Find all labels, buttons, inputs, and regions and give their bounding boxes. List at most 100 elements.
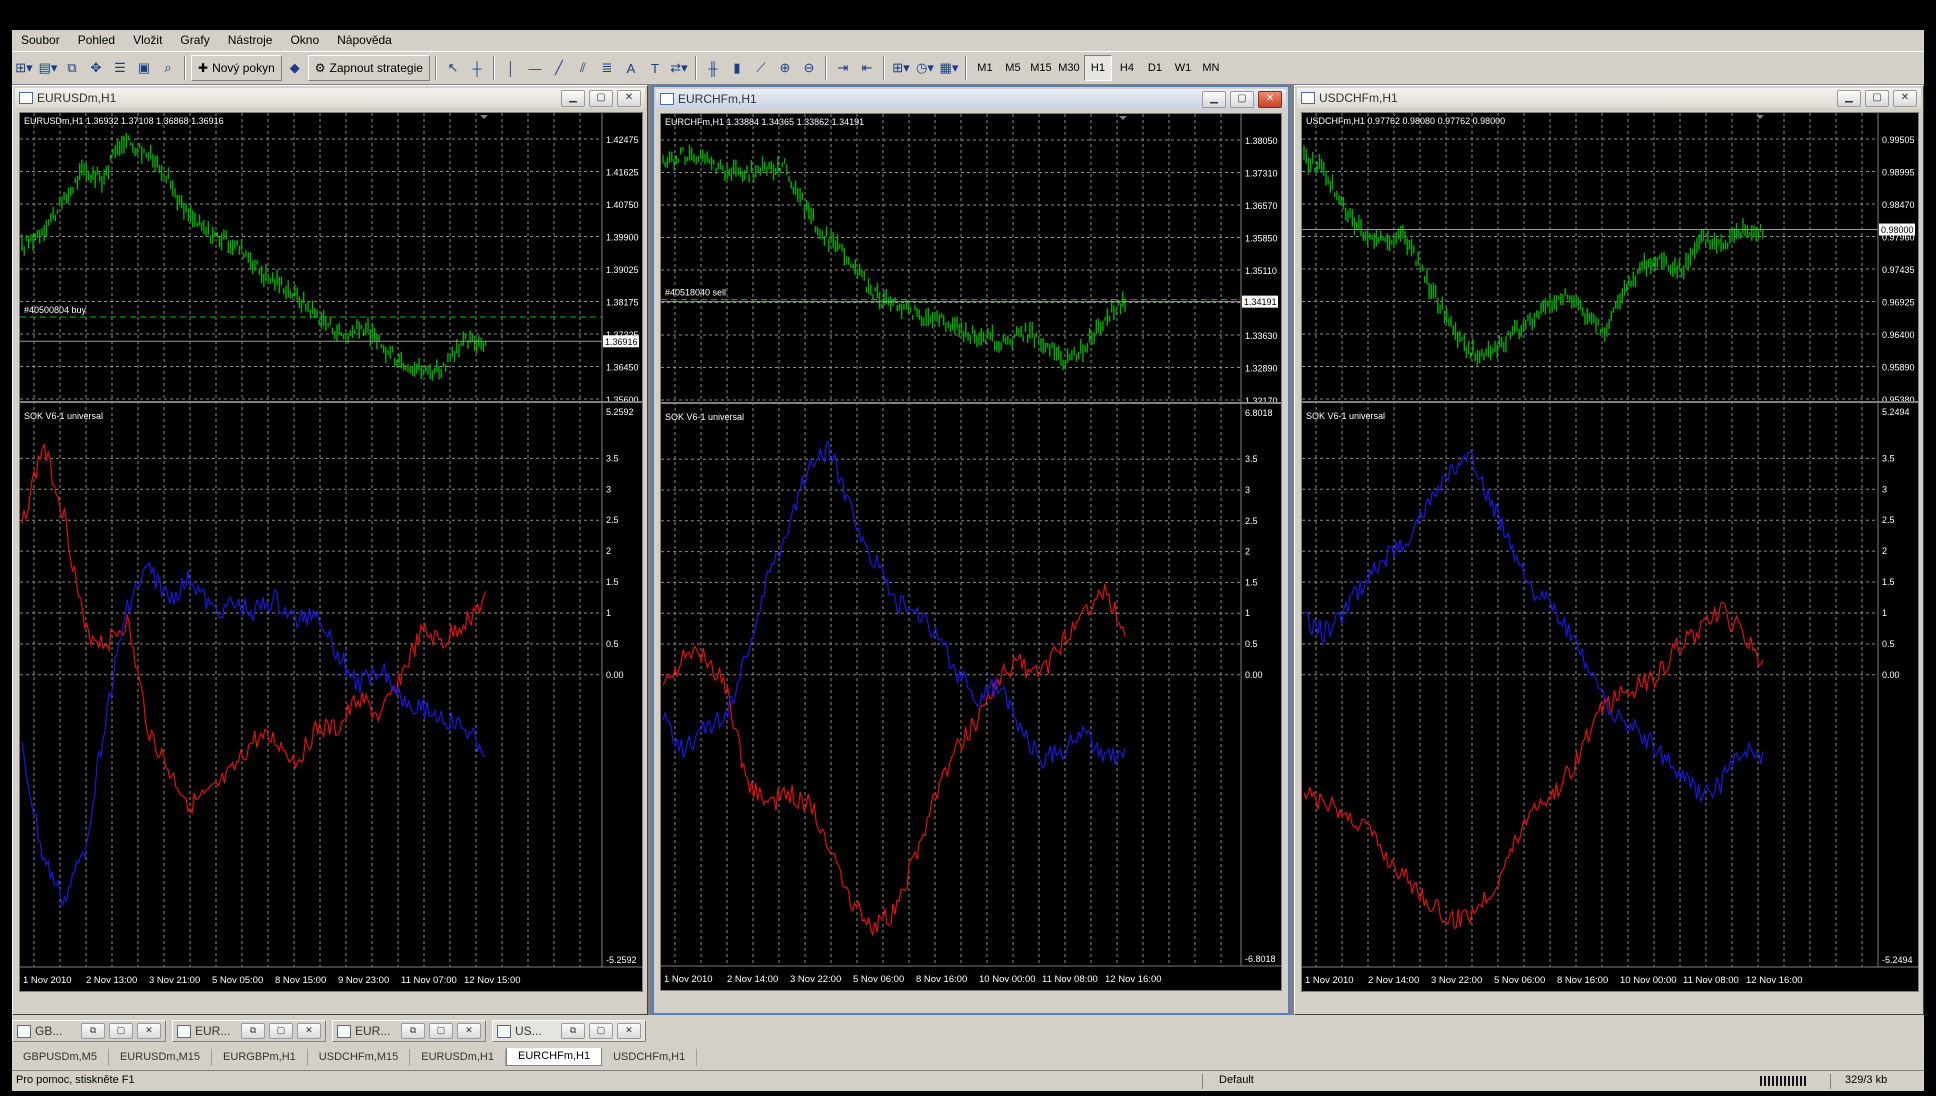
- autotrading-icon: ⚙: [314, 61, 326, 75]
- close-button[interactable]: ✕: [617, 89, 641, 107]
- timeframe-d1[interactable]: D1: [1142, 56, 1168, 80]
- task-window[interactable]: US... ⧉ ▢ ✕: [492, 1020, 646, 1042]
- time-tick-label: 11 Nov 07:00: [401, 975, 457, 986]
- crosshair-icon[interactable]: ┼: [466, 56, 488, 80]
- trendline-icon[interactable]: ╱: [548, 56, 570, 80]
- timeframe-w1[interactable]: W1: [1170, 56, 1196, 80]
- data-window-icon[interactable]: ☰: [109, 56, 131, 80]
- tester-icon[interactable]: ⌕: [157, 56, 179, 80]
- toolbar-separator: [694, 56, 697, 80]
- metaeditor-icon[interactable]: ◆: [284, 56, 306, 80]
- channel-icon[interactable]: ⫽: [572, 56, 594, 80]
- time-tick-label: 8 Nov 16:00: [1557, 975, 1608, 986]
- text-label-icon[interactable]: T: [644, 56, 666, 80]
- maximize-button[interactable]: ▢: [1230, 90, 1254, 108]
- candles-icon[interactable]: ▮: [726, 56, 748, 80]
- restore-button[interactable]: ⧉: [241, 1023, 265, 1039]
- menu-okno[interactable]: Okno: [281, 30, 328, 50]
- task-window[interactable]: GB... ⧉ ▢ ✕: [12, 1020, 166, 1042]
- chart-shift-icon[interactable]: ⇤: [856, 56, 878, 80]
- timeframe-m1[interactable]: M1: [972, 56, 998, 80]
- minimize-button[interactable]: ▁: [1837, 89, 1861, 107]
- zoom-in-icon[interactable]: ⊕: [774, 56, 796, 80]
- profiles-icon[interactable]: ▤▾: [37, 56, 59, 80]
- maximize-button[interactable]: ▢: [269, 1023, 293, 1039]
- timeframe-h1[interactable]: H1: [1083, 55, 1112, 81]
- restore-button[interactable]: ⧉: [401, 1023, 425, 1039]
- tab-eurusdm-h1[interactable]: EURUSDm,H1: [410, 1049, 506, 1066]
- tab-usdchfm-h1[interactable]: USDCHFm,H1: [602, 1049, 698, 1066]
- minimize-button[interactable]: ▁: [561, 89, 585, 107]
- close-button[interactable]: ✕: [1258, 90, 1282, 108]
- task-window[interactable]: EUR... ⧉ ▢ ✕: [332, 1020, 486, 1042]
- price-tick-label: 1.41625: [606, 168, 639, 178]
- vertical-line-icon[interactable]: │: [500, 56, 522, 80]
- zoom-out-icon[interactable]: ⊖: [798, 56, 820, 80]
- line-chart-icon[interactable]: ⟋: [750, 56, 772, 80]
- horizontal-line-icon[interactable]: —: [524, 56, 546, 80]
- autotrading-button[interactable]: ⚙ Zapnout strategie: [307, 55, 430, 81]
- restore-button[interactable]: ⧉: [561, 1023, 585, 1039]
- cursor-icon[interactable]: ↖: [442, 56, 464, 80]
- tab-gbpusdm-m5[interactable]: GBPUSDm,M5: [12, 1049, 109, 1066]
- close-button[interactable]: ✕: [1893, 89, 1917, 107]
- fibonacci-icon[interactable]: ≣: [596, 56, 618, 80]
- text-icon[interactable]: A: [620, 56, 642, 80]
- close-button[interactable]: ✕: [297, 1023, 321, 1039]
- timeframe-h4[interactable]: H4: [1114, 56, 1140, 80]
- indicator-level-label: 1.5: [606, 577, 619, 587]
- task-window[interactable]: EUR... ⧉ ▢ ✕: [172, 1020, 326, 1042]
- chart-window-eurchf[interactable]: EURCHFm,H1 ▁ ▢ ✕ 1.38050 1.37310 1.36570 1.…: [652, 85, 1290, 1015]
- window-titlebar[interactable]: EURUSDm,H1 ▁ ▢ ✕: [15, 88, 645, 108]
- bar-chart-icon[interactable]: ╫: [702, 56, 724, 80]
- chart-area[interactable]: 0.99505 0.98995 0.98470 0.97960 0.97435 0.969…: [1301, 112, 1919, 992]
- new-order-icon: ✚: [198, 61, 209, 75]
- restore-button[interactable]: ⧉: [81, 1023, 105, 1039]
- menu-pohled[interactable]: Pohled: [69, 30, 124, 50]
- indicator-level-label: 2.5: [1882, 515, 1895, 525]
- periods-icon[interactable]: ◷▾: [914, 56, 936, 80]
- menu-grafy[interactable]: Grafy: [171, 30, 218, 50]
- close-button[interactable]: ✕: [617, 1023, 641, 1039]
- time-tick-label: 12 Nov 16:00: [1746, 975, 1803, 986]
- menu-nastroje[interactable]: Nástroje: [219, 30, 282, 50]
- price-tick-label: 1.35600: [606, 395, 639, 405]
- menu-soubor[interactable]: Soubor: [12, 30, 69, 50]
- close-button[interactable]: ✕: [137, 1023, 161, 1039]
- close-button[interactable]: ✕: [457, 1023, 481, 1039]
- chart-area[interactable]: 1.380501.373101.365701.358501.351101.343…: [660, 113, 1282, 991]
- maximize-button[interactable]: ▢: [1865, 89, 1889, 107]
- new-chart-icon[interactable]: ⊞▾: [13, 56, 35, 80]
- chart-window-eurusd[interactable]: EURUSDm,H1 ▁ ▢ ✕ 1.42475 1.41625 1.40750 1.…: [12, 85, 648, 1015]
- chart-area[interactable]: 1.42475 1.41625 1.40750 1.39900 1.39025 1.381…: [19, 112, 643, 992]
- timeframe-m5[interactable]: M5: [1000, 56, 1026, 80]
- new-order-button[interactable]: ✚ Nový pokyn: [191, 55, 282, 81]
- window-titlebar[interactable]: EURCHFm,H1 ▁ ▢ ✕: [656, 89, 1286, 109]
- timeframe-m15[interactable]: M15: [1028, 56, 1054, 80]
- maximize-button[interactable]: ▢: [589, 1023, 613, 1039]
- arrows-icon[interactable]: ⇄▾: [668, 56, 690, 80]
- maximize-button[interactable]: ▢: [429, 1023, 453, 1039]
- maximize-button[interactable]: ▢: [589, 89, 613, 107]
- tab-eurusdm-m15[interactable]: EURUSDm,M15: [109, 1049, 213, 1066]
- timeframe-m30[interactable]: M30: [1056, 56, 1082, 80]
- time-tick-label: 10 Nov 00:00: [1620, 975, 1677, 986]
- templates-icon[interactable]: ▦▾: [938, 56, 960, 80]
- market-watch-icon[interactable]: ⧉: [61, 56, 83, 80]
- tab-eurgbpm-h1[interactable]: EURGBPm,H1: [212, 1049, 308, 1066]
- menu-napoveda[interactable]: Nápověda: [328, 30, 401, 50]
- window-title: USDCHFm,H1: [1319, 91, 1398, 105]
- minimize-button[interactable]: ▁: [1202, 90, 1226, 108]
- maximize-button[interactable]: ▢: [109, 1023, 133, 1039]
- navigator-icon[interactable]: ✥: [85, 56, 107, 80]
- window-title: EURUSDm,H1: [37, 91, 117, 105]
- chart-window-usdchf[interactable]: USDCHFm,H1 ▁ ▢ ✕ 0.99505 0.98995 0.98470 0.…: [1294, 85, 1924, 1015]
- auto-scroll-icon[interactable]: ⇥: [832, 56, 854, 80]
- window-titlebar[interactable]: USDCHFm,H1 ▁ ▢ ✕: [1297, 88, 1921, 108]
- menu-vlozit[interactable]: Vložit: [124, 30, 171, 50]
- indicators-icon[interactable]: ⊞▾: [890, 56, 912, 80]
- timeframe-mn[interactable]: MN: [1198, 56, 1224, 80]
- tab-usdchfm-m15[interactable]: USDCHFm,M15: [308, 1049, 411, 1066]
- tab-eurchfm-h1[interactable]: EURCHFm,H1: [505, 1048, 603, 1066]
- terminal-icon[interactable]: ▣: [133, 56, 155, 80]
